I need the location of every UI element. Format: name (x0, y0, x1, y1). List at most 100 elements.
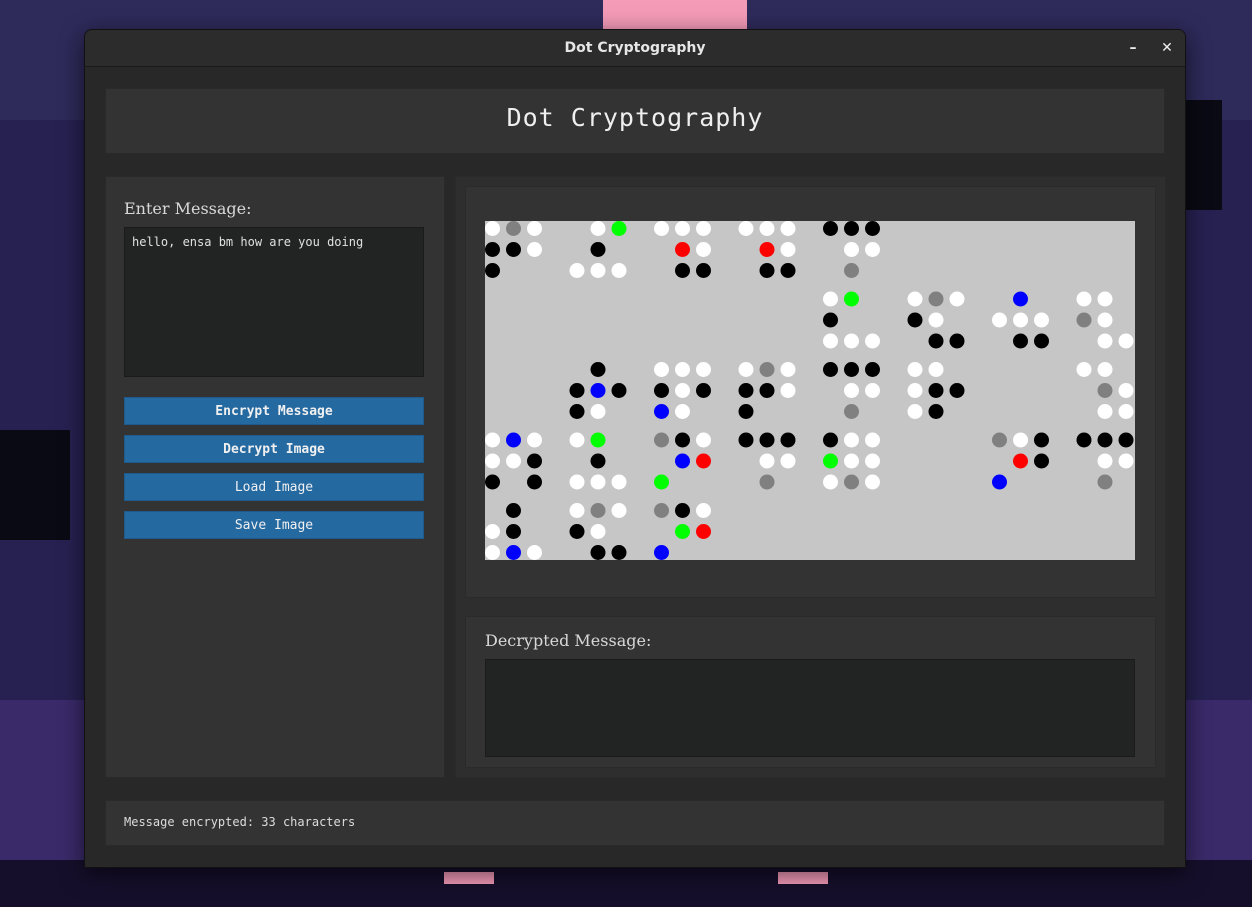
close-icon[interactable]: ✕ (1157, 38, 1177, 58)
dot-black (759, 383, 775, 398)
dot-black (738, 404, 754, 419)
dot-black (949, 383, 965, 398)
dot-black (696, 263, 711, 278)
dot-white (696, 242, 711, 257)
dot-white (569, 474, 585, 490)
page-title: Dot Cryptography (506, 103, 764, 132)
dot-white (1097, 362, 1113, 377)
dot-black (696, 383, 711, 398)
dot-white (675, 362, 690, 377)
header-panel: Dot Cryptography (105, 88, 1165, 154)
dot-white (1097, 312, 1113, 328)
dot-gray (1076, 312, 1092, 328)
dot-gray (844, 474, 859, 490)
dot-black (780, 432, 796, 448)
dot-gray (506, 221, 521, 236)
dot-white (569, 432, 585, 448)
dot-white (675, 404, 690, 419)
dot-white (1118, 404, 1134, 419)
dot-black (1034, 333, 1049, 349)
dot-white (865, 453, 880, 469)
dot-gray (1097, 383, 1113, 398)
dot-black (780, 263, 796, 278)
dot-green (590, 432, 606, 448)
dot-white (907, 404, 923, 419)
dot-black (654, 383, 669, 398)
dot-red (696, 453, 711, 469)
dot-white (527, 242, 542, 257)
dot-white (590, 404, 606, 419)
window-titlebar[interactable]: Dot Cryptography – ✕ (85, 30, 1185, 67)
dot-black (527, 474, 542, 490)
dot-white (696, 503, 711, 518)
dot-green (675, 524, 690, 539)
minimize-icon[interactable]: – (1123, 38, 1143, 58)
dot-white (844, 432, 859, 448)
dot-white (590, 474, 606, 490)
dot-white (590, 524, 606, 539)
window-title: Dot Cryptography (564, 40, 706, 56)
dot-black (1118, 432, 1134, 448)
dot-blue (506, 545, 521, 560)
decrypted-panel: Decrypted Message: (465, 616, 1156, 768)
dot-white (780, 453, 796, 469)
dot-white (611, 263, 627, 278)
dot-blue (654, 404, 669, 419)
dot-white (759, 221, 775, 236)
dot-black (611, 383, 627, 398)
dot-black (759, 263, 775, 278)
dot-gray (759, 362, 775, 377)
encrypt-message-button[interactable]: Encrypt Message (124, 397, 424, 425)
message-input-label: Enter Message: (124, 199, 252, 218)
dot-white (1013, 432, 1028, 448)
dot-black (569, 383, 585, 398)
dot-black (1034, 432, 1049, 448)
dot-white (527, 545, 542, 560)
dot-gray (992, 432, 1007, 448)
dot-blue (992, 474, 1007, 490)
dot-black (1076, 432, 1092, 448)
input-panel: Enter Message: Encrypt Message Decrypt I… (105, 176, 445, 778)
save-image-button[interactable]: Save Image (124, 511, 424, 539)
dot-white (907, 383, 923, 398)
dot-white (780, 362, 796, 377)
dot-white (865, 333, 880, 349)
dot-white (928, 312, 944, 328)
dot-white (865, 383, 880, 398)
desktop-background-pink-accent-left (444, 872, 494, 884)
dot-black (949, 333, 965, 349)
decrypt-image-button[interactable]: Decrypt Image (124, 435, 424, 463)
dot-white (654, 221, 669, 236)
dot-image-canvas (485, 221, 1135, 560)
dot-gray (844, 263, 859, 278)
dot-black (506, 503, 521, 518)
dot-gray (928, 291, 944, 307)
dot-black (485, 474, 500, 490)
dot-white (738, 362, 754, 377)
dot-gray (844, 404, 859, 419)
dot-white (527, 221, 542, 236)
dot-black (675, 503, 690, 518)
dot-white (569, 263, 585, 278)
dot-white (928, 362, 944, 377)
message-input[interactable] (124, 227, 424, 377)
dot-white (1013, 312, 1028, 328)
dot-white (1097, 291, 1113, 307)
load-image-button[interactable]: Load Image (124, 473, 424, 501)
dot-blue (675, 453, 690, 469)
dot-white (1076, 291, 1092, 307)
dot-white (590, 263, 606, 278)
dot-black (590, 453, 606, 469)
dot-black (823, 221, 838, 236)
dot-black (865, 362, 880, 377)
decrypted-message-output[interactable] (485, 659, 1135, 757)
desktop-background-silhouette-left (0, 430, 70, 540)
dot-white (654, 362, 669, 377)
dot-black (506, 524, 521, 539)
dot-white (844, 453, 859, 469)
dot-white (590, 221, 606, 236)
dot-gray (654, 432, 669, 448)
dot-white (1097, 333, 1113, 349)
dot-white (485, 453, 500, 469)
dot-image-svg (485, 221, 1134, 560)
